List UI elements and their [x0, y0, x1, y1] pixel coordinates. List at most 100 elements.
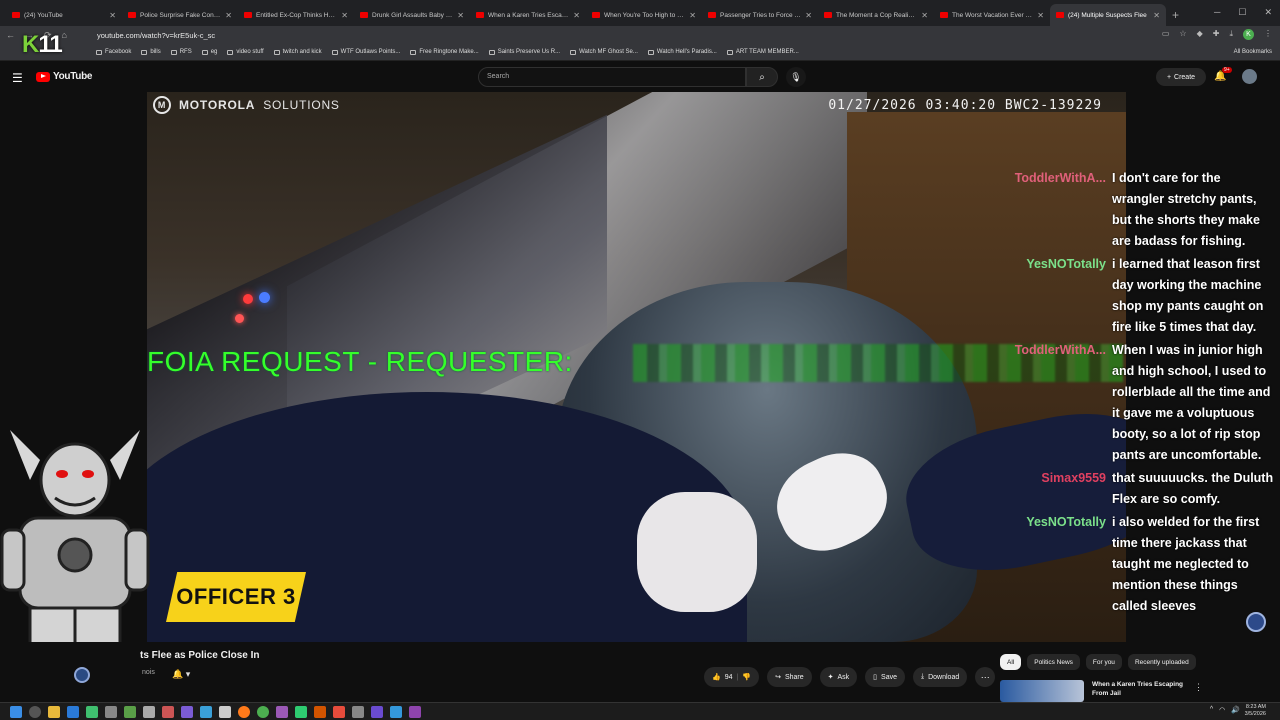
menu-dots-icon[interactable]: ⋮	[1264, 29, 1272, 40]
close-tab-icon[interactable]: ✕	[921, 11, 928, 20]
close-window-icon[interactable]: ✕	[1264, 7, 1272, 18]
bookmark-item[interactable]: WTF Outlaws Points...	[331, 49, 400, 55]
save-button[interactable]: ▯ Save	[865, 667, 905, 687]
close-tab-icon[interactable]: ✕	[109, 11, 116, 20]
taskbar-app-icon[interactable]	[333, 705, 345, 718]
hamburger-menu-icon[interactable]: ☰	[12, 71, 23, 85]
filter-chip[interactable]: Recently uploaded	[1127, 654, 1196, 670]
firefox-icon[interactable]	[238, 705, 250, 718]
browser-tab[interactable]: The Worst Vacation Ever - YouTube✕	[934, 4, 1050, 26]
bookmark-item[interactable]: Free Ringtone Make...	[410, 49, 479, 55]
filter-chip[interactable]: Politics News	[1027, 654, 1080, 670]
taskbar-app-icon[interactable]	[409, 705, 421, 718]
puzzle-icon[interactable]: ✚	[1213, 29, 1220, 40]
youtube-logo[interactable]: YouTube	[36, 71, 93, 82]
mic-icon[interactable]: 🎙	[786, 67, 806, 87]
bookmark-item[interactable]: twitch and kick	[273, 49, 322, 55]
channel-avatar[interactable]	[74, 667, 90, 683]
system-clock[interactable]: 8:23 AM 3/5/2026	[1245, 704, 1266, 718]
all-bookmarks-link[interactable]: All Bookmarks	[1234, 49, 1272, 55]
new-tab-button[interactable]: +	[1172, 8, 1179, 22]
chrome-icon[interactable]	[257, 705, 269, 718]
download-button[interactable]: ⤓ Download	[913, 667, 968, 687]
close-tab-icon[interactable]: ✕	[341, 11, 348, 20]
thumbs-down-icon[interactable]: 👎	[742, 673, 751, 681]
cast-icon[interactable]: ▭	[1162, 29, 1170, 40]
close-tab-icon[interactable]: ✕	[689, 11, 696, 20]
browser-tab[interactable]: When a Karen Tries Escaping From ✕	[470, 4, 586, 26]
bookmark-item[interactable]: ART TEAM MEMBER...	[726, 49, 799, 55]
close-tab-icon[interactable]: ✕	[573, 11, 580, 20]
back-icon[interactable]: ←	[6, 30, 15, 41]
filter-chip[interactable]: All	[1000, 654, 1022, 670]
taskbar-app-icon[interactable]	[86, 705, 98, 718]
browser-tab[interactable]: Passenger Tries to Force His Way ✕	[702, 4, 818, 26]
channel-name[interactable]: nois	[142, 669, 155, 676]
bookmark-item[interactable]: bills	[141, 49, 161, 55]
bookmark-item[interactable]: Saints Preserve Us R...	[488, 49, 560, 55]
close-tab-icon[interactable]: ✕	[225, 11, 232, 20]
recommendation-title[interactable]: When a Karen Tries Escaping From Jail	[1092, 680, 1192, 702]
create-button[interactable]: + Create	[1156, 68, 1206, 86]
taskbar-app-icon[interactable]	[371, 705, 383, 718]
account-avatar[interactable]	[1242, 69, 1257, 84]
share-button[interactable]: ↪ Share	[767, 667, 812, 687]
home-icon[interactable]: ⌂	[62, 30, 67, 41]
windows-start-icon[interactable]	[10, 705, 22, 718]
bookmark-star-icon[interactable]: ☆	[1179, 29, 1186, 40]
close-tab-icon[interactable]: ✕	[1153, 11, 1160, 20]
taskbar-app-icon[interactable]	[67, 705, 79, 718]
network-icon[interactable]: ◠	[1219, 706, 1225, 714]
taskbar-app-icon[interactable]	[219, 705, 231, 718]
browser-tab[interactable]: Entitled Ex-Cop Thinks He's Above ✕	[238, 4, 354, 26]
browser-tab[interactable]: When You're Too High to Realize✕	[586, 4, 702, 26]
search-icon[interactable]: ⌕	[746, 67, 778, 87]
video-player[interactable]: M MOTOROLA SOLUTIONS 01/27/2026 03:40:20…	[147, 92, 1126, 642]
recommendation-menu-icon[interactable]: ⋮	[1194, 682, 1203, 693]
profile-avatar[interactable]: K	[1243, 29, 1254, 40]
recommendation-thumbnail[interactable]	[1000, 680, 1084, 702]
taskbar-app-icon[interactable]	[181, 705, 193, 718]
volume-icon[interactable]: 🔊	[1231, 706, 1240, 714]
subscription-bell-icon[interactable]: 🔔 ▾	[172, 669, 190, 680]
recommendation-item[interactable]: When a Karen Tries Escaping From Jail	[1000, 680, 1192, 702]
taskbar-app-icon[interactable]	[390, 705, 402, 718]
taskbar-app-icon[interactable]	[124, 705, 136, 718]
bookmark-item[interactable]: Watch Hell's Paradis...	[647, 49, 717, 55]
browser-tab[interactable]: Police Surprise Fake Construction ✕	[122, 4, 238, 26]
taskbar-app-icon[interactable]	[295, 705, 307, 718]
video-info-area: ts Flee as Police Close In nois 🔔 ▾ 👍 94 |…	[0, 642, 1280, 702]
taskbar-search-icon[interactable]	[29, 705, 41, 718]
like-button[interactable]: 👍 94 | 👎	[704, 667, 760, 687]
maximize-icon[interactable]: ☐	[1238, 7, 1246, 18]
bookmark-item[interactable]: video stuff	[227, 49, 264, 55]
bookmark-item[interactable]: RFS	[170, 49, 192, 55]
close-tab-icon[interactable]: ✕	[805, 11, 812, 20]
taskbar-app-icon[interactable]	[200, 705, 212, 718]
bookmark-item[interactable]: eg	[201, 49, 217, 55]
more-actions-icon[interactable]: ⋯	[975, 667, 996, 687]
minimize-icon[interactable]: ─	[1214, 7, 1220, 18]
taskbar-app-icon[interactable]	[314, 705, 326, 718]
bookmark-item[interactable]: Watch MF Ghost Se...	[570, 49, 638, 55]
taskbar-app-icon[interactable]	[143, 705, 155, 718]
close-tab-icon[interactable]: ✕	[1037, 11, 1044, 20]
browser-tab[interactable]: (24) Multiple Suspects Flee ✕	[1050, 4, 1166, 26]
taskbar-app-icon[interactable]	[276, 705, 288, 718]
extension-icon[interactable]: ◆	[1197, 29, 1203, 40]
download-icon[interactable]: ⤓	[1229, 29, 1233, 40]
taskbar-app-icon[interactable]	[162, 705, 174, 718]
taskbar-app-icon[interactable]	[105, 705, 117, 718]
file-explorer-icon[interactable]	[48, 705, 60, 718]
browser-tab[interactable]: The Moment a Cop Realizes That✕	[818, 4, 934, 26]
close-tab-icon[interactable]: ✕	[457, 11, 464, 20]
url-field[interactable]: youtube.com/watch?v=krE5uk-c_sc	[97, 31, 215, 40]
chevron-up-icon[interactable]: ^	[1210, 706, 1213, 714]
taskbar-app-icon[interactable]	[352, 705, 364, 718]
filter-chip[interactable]: For you	[1085, 654, 1122, 670]
ask-button[interactable]: ✦ Ask	[819, 667, 858, 687]
bookmark-item[interactable]: Facebook	[96, 49, 131, 55]
search-input[interactable]: Search	[478, 67, 746, 87]
browser-tab[interactable]: Drunk Girl Assaults Baby Daddy✕	[354, 4, 470, 26]
browser-tab[interactable]: (24) YouTube ✕	[6, 4, 122, 26]
